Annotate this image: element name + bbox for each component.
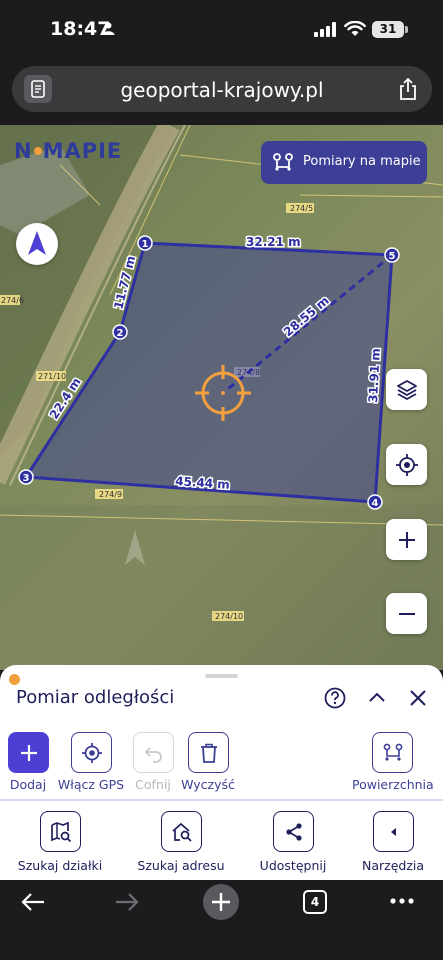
close-icon[interactable] [408,688,428,708]
share-icon[interactable] [398,77,418,101]
navigation-arrow-icon [28,231,46,255]
share-button[interactable]: Udostępnij [238,811,348,873]
area-points-icon [383,743,402,761]
trash-icon [200,743,217,763]
new-tab-plus-icon[interactable] [203,884,239,920]
panel-title: Pomiar odległości [16,687,175,708]
wifi-icon [344,21,366,36]
map-canvas[interactable]: 274/5 274/9 274/10 274/6 271/10 274/8 32… [0,125,443,670]
battery-indicator: 31 [372,21,404,38]
map-view[interactable]: 274/5 274/9 274/10 274/6 271/10 274/8 32… [0,125,443,670]
search-address-label: Szukaj adresu [137,858,225,873]
segment-length-label: 31.91 m [366,348,383,403]
chevron-up-icon[interactable] [366,687,388,709]
forward-arrow-icon[interactable] [114,890,140,914]
battery-tip [405,26,408,33]
vertex-label: 4 [372,498,379,509]
plus-icon [399,532,415,548]
measure-points-icon [273,153,293,171]
vertex-label: 2 [117,328,124,339]
search-address-button[interactable]: Szukaj adresu [126,811,236,873]
clear-button[interactable]: Wyczyść [168,732,248,792]
browser-toolbar: 4 [0,880,443,960]
parcel-label: 274/6 [1,296,24,305]
parcel-label: 274/5 [290,204,313,213]
gps-target-icon [81,743,102,763]
zoom-out-button[interactable] [386,593,427,634]
help-icon[interactable] [324,687,346,709]
share-nodes-icon [285,823,302,841]
plus-icon [20,745,37,761]
compass-button[interactable] [16,223,58,265]
vertex-label: 1 [142,239,149,250]
locate-icon [396,454,418,476]
vertex-label: 3 [23,473,30,484]
minus-icon [399,613,415,615]
status-bar: 18:47 31 [0,0,443,60]
na-mapie-logo: N MAPIE [14,139,123,163]
status-dot [9,674,20,685]
url-text[interactable]: geoportal-krajowy.pl [12,78,432,102]
search-parcel-button[interactable]: Szukaj działki [5,811,115,873]
share-label: Udostępnij [259,858,327,873]
clear-label: Wyczyść [181,777,235,792]
lower-field [0,505,443,670]
parcel-label: 271/10 [38,372,66,381]
sheet-drag-handle[interactable] [205,674,238,678]
area-mode-button[interactable]: Powierzchnia [352,732,434,792]
person-icon [102,22,115,35]
tools-button[interactable]: Narzędzia [338,811,443,873]
tools-label: Narzędzia [361,858,425,873]
parcel-label: 274/9 [99,490,122,499]
layers-button[interactable] [386,369,427,410]
address-bar[interactable]: geoportal-krajowy.pl [12,66,432,112]
measurements-on-map-label: Pomiary na mapie [303,154,421,169]
crosshair-center [221,391,225,395]
map-search-icon [50,821,71,843]
parcel-label: 274/10 [215,612,243,621]
vertex-label: 5 [389,251,396,262]
cellular-signal-icon [314,22,336,37]
layers-icon [397,380,417,400]
divider [0,799,443,801]
undo-icon [144,747,162,763]
back-arrow-icon[interactable] [20,890,46,914]
locate-me-button[interactable] [386,444,427,485]
tab-count-button[interactable]: 4 [303,890,327,914]
segment-length-label: 32.21 m [246,235,301,249]
zoom-in-button[interactable] [386,519,427,560]
more-dots-icon[interactable] [390,898,414,904]
measurements-on-map-button[interactable]: Pomiary na mapie [261,141,427,184]
area-mode-label: Powierzchnia [352,777,434,792]
home-search-icon [171,822,192,842]
chevron-left-icon [390,828,396,836]
browser-address-area: geoportal-krajowy.pl [0,60,443,125]
measure-panel: Pomiar odległości Dodaj Włącz GPS Cofnij… [0,665,443,880]
search-parcel-label: Szukaj działki [17,858,103,873]
